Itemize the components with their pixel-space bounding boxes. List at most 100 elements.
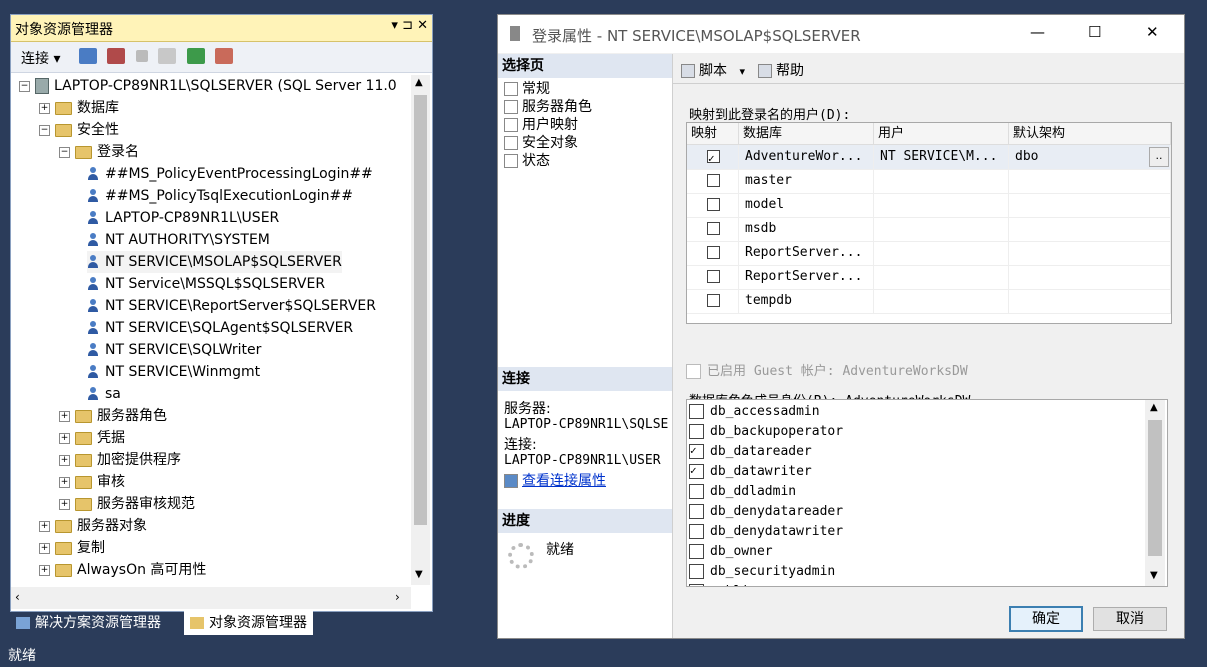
role-item[interactable]: db_ddladmin: [689, 482, 796, 502]
tab-solution-explorer[interactable]: 解决方案资源管理器: [10, 611, 167, 635]
role-item[interactable]: db_datareader: [689, 441, 812, 462]
grid-row[interactable]: msdb: [687, 217, 1171, 242]
map-checkbox[interactable]: [707, 198, 720, 211]
activity-monitor-icon[interactable]: [215, 48, 234, 64]
expand-icon[interactable]: +: [59, 432, 70, 444]
expand-icon[interactable]: +: [59, 498, 70, 510]
tree-node[interactable]: + 数据库: [39, 97, 119, 119]
tree-node[interactable]: − 登录名: [59, 141, 139, 163]
page-item[interactable]: 安全对象: [504, 134, 578, 152]
role-item[interactable]: db_accessadmin: [689, 402, 820, 422]
expand-icon[interactable]: +: [39, 102, 50, 114]
tree-node[interactable]: + 加密提供程序: [59, 449, 181, 471]
collapse-icon[interactable]: −: [39, 124, 50, 136]
role-checkbox[interactable]: [689, 504, 704, 519]
map-checkbox[interactable]: [707, 294, 720, 307]
schema-browse-button[interactable]: ..: [1149, 147, 1169, 167]
scroll-up-icon[interactable]: ▲: [415, 77, 423, 88]
roles-scroll-up-icon[interactable]: ▲: [1150, 402, 1158, 413]
minimize-button[interactable]: —: [1030, 23, 1045, 41]
collapse-icon[interactable]: −: [59, 146, 70, 158]
script-dropdown-icon[interactable]: ▾: [739, 65, 745, 78]
tree-node[interactable]: + 凭据: [59, 427, 125, 449]
tree-node[interactable]: NT Service\MSSQL$SQLSERVER: [87, 273, 325, 295]
map-checkbox[interactable]: [707, 147, 720, 169]
role-item[interactable]: db_owner: [689, 542, 773, 562]
map-checkbox[interactable]: [707, 222, 720, 235]
tab-object-explorer[interactable]: 对象资源管理器: [184, 611, 313, 635]
panel-window-buttons[interactable]: ▾ ⊐ ✕: [391, 18, 428, 33]
tree-node[interactable]: NT SERVICE\SQLWriter: [87, 339, 261, 361]
roles-scrollbar[interactable]: ▲ ▼: [1145, 400, 1165, 586]
page-item[interactable]: 用户映射: [504, 116, 578, 134]
expand-icon[interactable]: +: [59, 410, 70, 422]
grid-row[interactable]: tempdb: [687, 289, 1171, 314]
tree-vertical-scrollbar[interactable]: ▲ ▼: [411, 75, 430, 585]
scroll-thumb[interactable]: [414, 95, 427, 525]
page-item[interactable]: 服务器角色: [504, 98, 592, 116]
scroll-down-icon[interactable]: ▼: [415, 569, 423, 580]
script-button[interactable]: 脚本 ▾: [681, 60, 745, 80]
tree-node[interactable]: NT SERVICE\Winmgmt: [87, 361, 260, 383]
refresh-icon[interactable]: [186, 48, 205, 64]
grid-row[interactable]: model: [687, 193, 1171, 218]
role-item[interactable]: db_denydatawriter: [689, 522, 843, 542]
role-checkbox[interactable]: [689, 524, 704, 539]
role-checkbox[interactable]: [689, 424, 704, 439]
grid-cell-schema[interactable]: [1009, 265, 1171, 289]
grid-row[interactable]: ReportServer...: [687, 241, 1171, 266]
role-item[interactable]: db_backupoperator: [689, 422, 843, 442]
scroll-right-icon[interactable]: ›: [395, 590, 400, 604]
tree-node[interactable]: ##MS_PolicyTsqlExecutionLogin##: [87, 185, 353, 207]
role-item[interactable]: db_denydatareader: [689, 502, 843, 522]
collapse-icon[interactable]: −: [19, 80, 30, 92]
tree-horizontal-scrollbar[interactable]: ‹ ›: [11, 587, 411, 609]
map-checkbox[interactable]: [707, 174, 720, 187]
disconnect-icon[interactable]: [107, 48, 126, 64]
tree-node[interactable]: sa: [87, 383, 121, 405]
view-connection-properties[interactable]: 查看连接属性: [504, 472, 606, 490]
scroll-left-icon[interactable]: ‹: [15, 590, 20, 604]
role-item[interactable]: db_datawriter: [689, 461, 812, 482]
maximize-button[interactable]: ☐: [1088, 23, 1101, 41]
role-checkbox[interactable]: [689, 404, 704, 419]
role-checkbox[interactable]: [689, 441, 704, 461]
page-item[interactable]: 状态: [504, 152, 550, 170]
tree-node[interactable]: NT SERVICE\MSOLAP$SQLSERVER: [87, 251, 342, 273]
close-button[interactable]: ✕: [1146, 23, 1159, 41]
expand-icon[interactable]: +: [59, 454, 70, 466]
grid-cell-schema[interactable]: dbo: [1009, 145, 1171, 169]
grid-cell-schema[interactable]: [1009, 289, 1171, 313]
grid-cell-schema[interactable]: [1009, 217, 1171, 241]
cancel-button[interactable]: 取消: [1093, 607, 1167, 631]
role-item[interactable]: public: [689, 581, 757, 586]
role-checkbox[interactable]: [689, 484, 704, 499]
role-checkbox[interactable]: [689, 564, 704, 579]
role-item[interactable]: db_securityadmin: [689, 562, 835, 582]
grid-row[interactable]: ReportServer...: [687, 265, 1171, 290]
role-checkbox[interactable]: [689, 544, 704, 559]
grid-row[interactable]: AdventureWor...NT SERVICE\M...dbo..: [687, 145, 1171, 170]
map-checkbox[interactable]: [707, 270, 720, 283]
tree-node[interactable]: − LAPTOP-CP89NR1L\SQLSERVER (SQL Server 1…: [19, 75, 397, 97]
help-button[interactable]: 帮助: [758, 60, 804, 80]
map-checkbox[interactable]: [707, 246, 720, 259]
tree-node[interactable]: + 服务器对象: [39, 515, 147, 537]
roles-scroll-thumb[interactable]: [1148, 420, 1162, 556]
grid-cell-schema[interactable]: [1009, 193, 1171, 217]
tree-node[interactable]: + 审核: [59, 471, 125, 493]
tree-node[interactable]: + 服务器审核规范: [59, 493, 195, 515]
grid-row[interactable]: master: [687, 169, 1171, 194]
ok-button[interactable]: 确定: [1009, 606, 1083, 632]
tree-node[interactable]: − 安全性: [39, 119, 119, 141]
expand-icon[interactable]: +: [59, 476, 70, 488]
expand-icon[interactable]: +: [39, 542, 50, 554]
grid-cell-schema[interactable]: [1009, 169, 1171, 193]
expand-icon[interactable]: +: [39, 564, 50, 576]
tree-node[interactable]: + 复制: [39, 537, 105, 559]
expand-icon[interactable]: +: [39, 520, 50, 532]
role-checkbox[interactable]: [689, 581, 704, 586]
grid-cell-schema[interactable]: [1009, 241, 1171, 265]
connect-icon[interactable]: [79, 48, 97, 64]
stop-icon[interactable]: [135, 50, 148, 62]
